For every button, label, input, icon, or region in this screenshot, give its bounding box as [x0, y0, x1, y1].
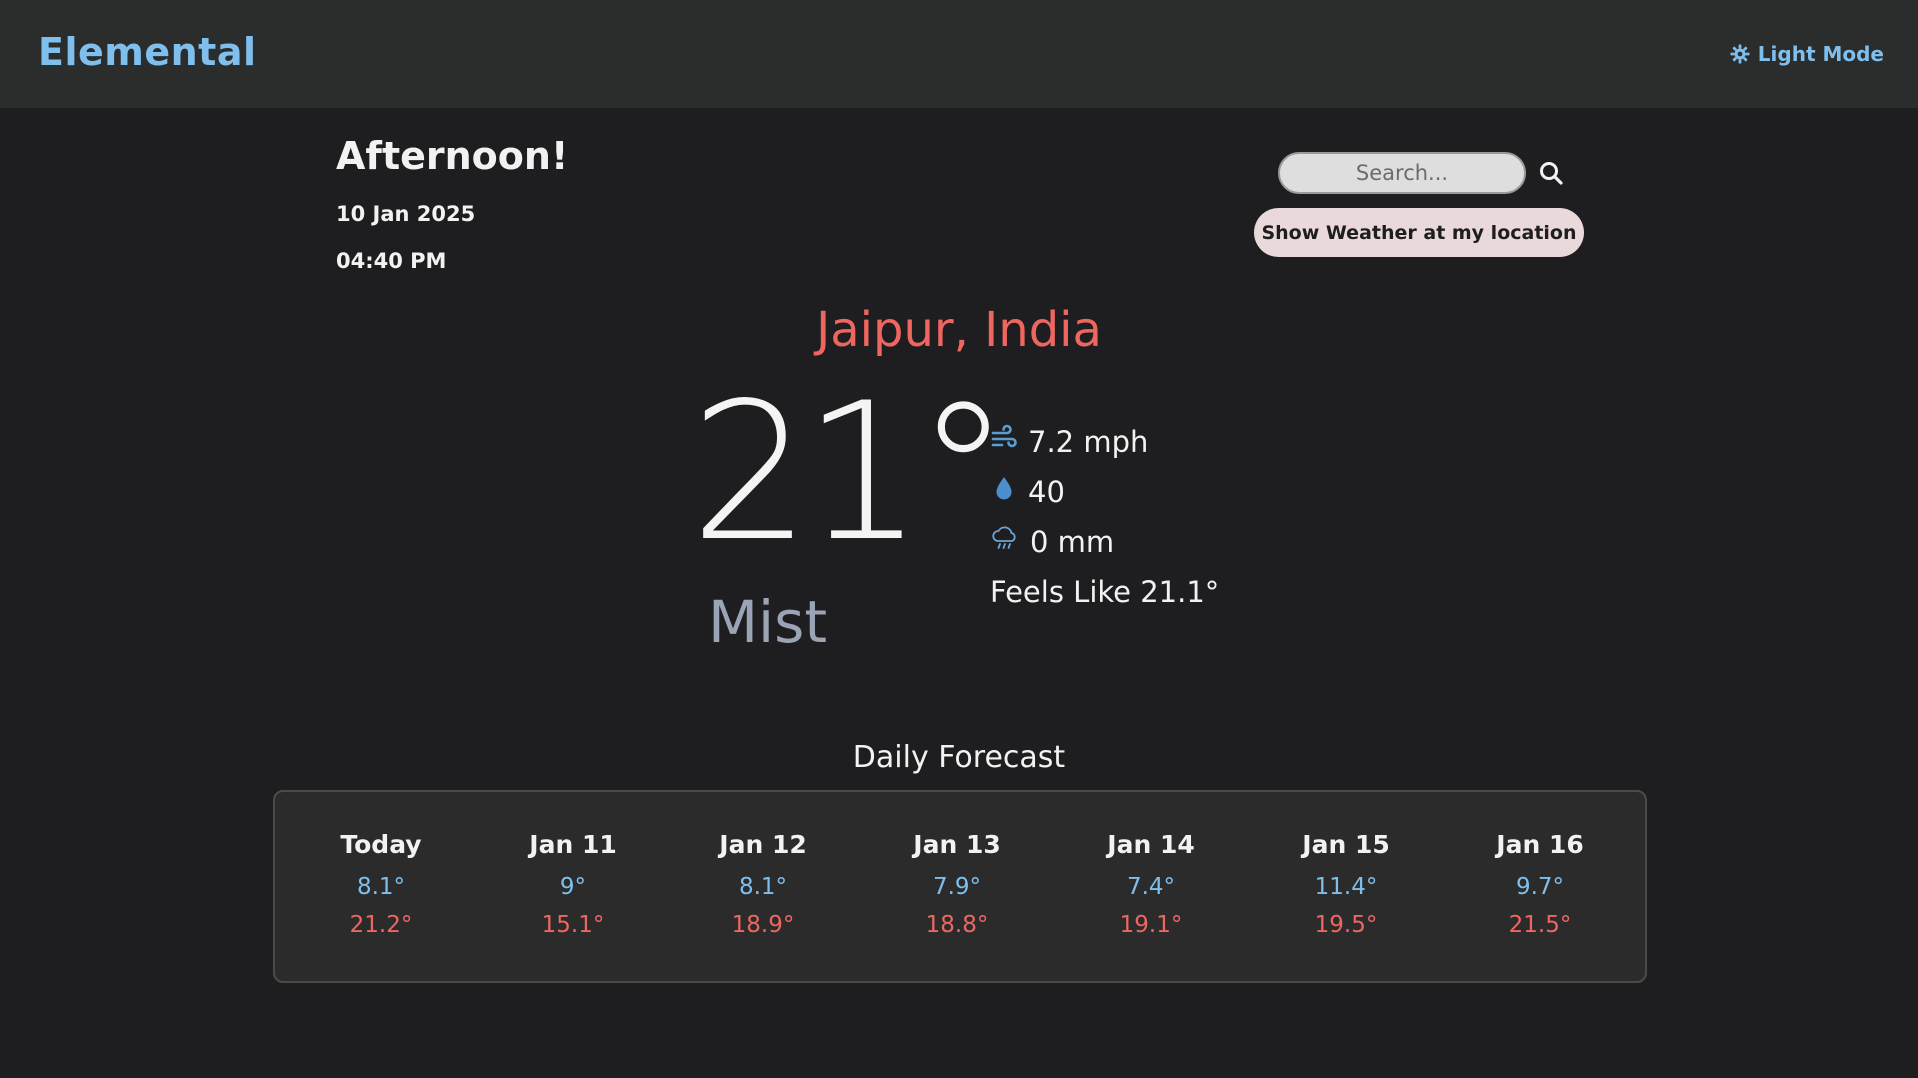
- forecast-day: Jan 13 7.9° 18.8°: [877, 830, 1037, 938]
- forecast-day-max: 21.2°: [349, 912, 413, 938]
- precipitation-stat: 0 mm: [990, 524, 1114, 559]
- top-bar: Elemental Light Mode: [0, 0, 1918, 108]
- forecast-day-min: 9°: [559, 874, 587, 900]
- forecast-day: Jan 11 9° 15.1°: [493, 830, 653, 938]
- forecast-day-max: 18.8°: [925, 912, 989, 938]
- humidity-stat: 40: [990, 474, 1065, 509]
- forecast-day: Jan 15 11.4° 19.5°: [1266, 830, 1426, 938]
- feels-like: Feels Like 21.1°: [990, 575, 1220, 609]
- forecast-day-max: 15.1°: [541, 912, 605, 938]
- humidity-value: 40: [1028, 474, 1065, 509]
- forecast-day-label: Jan 15: [1302, 830, 1390, 859]
- forecast-day: Today 8.1° 21.2°: [301, 830, 461, 938]
- rain-cloud-icon: [990, 524, 1020, 559]
- brand-logo[interactable]: Elemental: [38, 30, 257, 74]
- forecast-day-label: Jan 12: [719, 830, 807, 859]
- search-bar: [1278, 152, 1566, 194]
- current-temperature: 21°: [690, 362, 1011, 583]
- forecast-day-min: 9.7°: [1515, 874, 1565, 900]
- search-input[interactable]: [1278, 152, 1526, 194]
- current-date: 10 Jan 2025: [336, 202, 476, 226]
- forecast-day-label: Today: [340, 830, 422, 859]
- forecast-day-label: Jan 16: [1496, 830, 1584, 859]
- forecast-day-label: Jan 14: [1107, 830, 1195, 859]
- theme-toggle-button[interactable]: Light Mode: [1730, 42, 1884, 66]
- search-icon[interactable]: [1536, 158, 1566, 188]
- greeting-title: Afternoon!: [336, 134, 569, 178]
- theme-toggle-label: Light Mode: [1757, 42, 1884, 66]
- current-time: 04:40 PM: [336, 249, 447, 273]
- wind-stat: 7.2 mph: [990, 424, 1148, 459]
- forecast-day-max: 21.5°: [1508, 912, 1572, 938]
- forecast-day-label: Jan 13: [913, 830, 1001, 859]
- wind-speed-value: 7.2 mph: [1028, 424, 1149, 459]
- droplet-icon: [990, 474, 1018, 509]
- precipitation-value: 0 mm: [1030, 524, 1115, 559]
- forecast-day: Jan 16 9.7° 21.5°: [1460, 830, 1620, 938]
- forecast-day-min: 8.1°: [356, 874, 406, 900]
- wind-icon: [990, 424, 1018, 459]
- daily-forecast-card: Today 8.1° 21.2° Jan 11 9° 15.1° Jan 12 …: [273, 790, 1647, 983]
- forecast-day: Jan 12 8.1° 18.9°: [683, 830, 843, 938]
- city-name: Jaipur, India: [816, 302, 1102, 358]
- daily-forecast-title: Daily Forecast: [852, 740, 1066, 775]
- forecast-day-label: Jan 11: [529, 830, 617, 859]
- forecast-day-max: 19.5°: [1314, 912, 1378, 938]
- forecast-day-min: 7.4°: [1126, 874, 1176, 900]
- forecast-day-min: 11.4°: [1314, 874, 1378, 900]
- weather-condition: Mist: [708, 588, 828, 656]
- forecast-day: Jan 14 7.4° 19.1°: [1071, 830, 1231, 938]
- forecast-day-min: 8.1°: [738, 874, 788, 900]
- forecast-day-max: 19.1°: [1119, 912, 1183, 938]
- forecast-day-max: 18.9°: [731, 912, 795, 938]
- sun-gear-icon: [1730, 44, 1750, 64]
- show-my-location-weather-button[interactable]: Show Weather at my location: [1254, 208, 1584, 257]
- forecast-day-min: 7.9°: [932, 874, 982, 900]
